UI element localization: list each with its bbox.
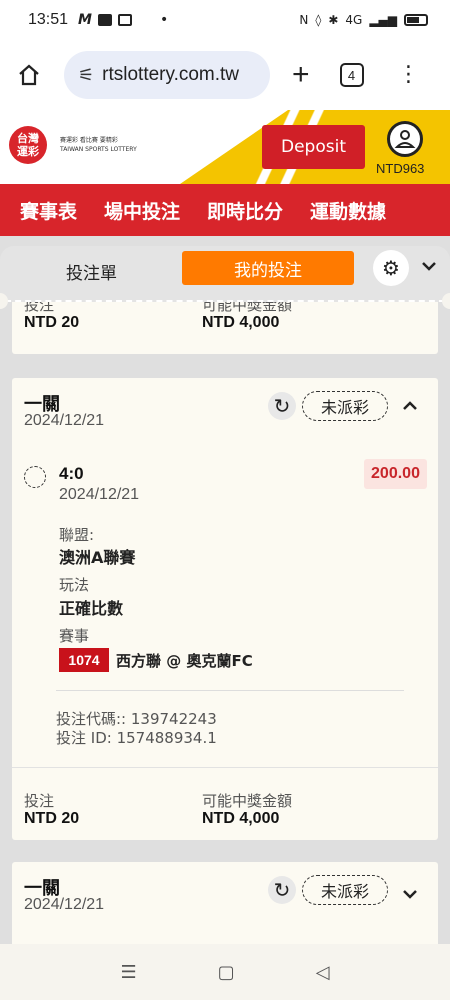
refresh-icon[interactable]: ↻ [268,392,296,420]
site-logo[interactable]: 台灣 運彩 [9,126,47,164]
event-label: 賽事 [59,627,90,645]
refresh-icon[interactable]: ↻ [268,876,296,904]
payout-amount: NTD 4,000 [202,810,280,827]
divider [56,690,404,691]
bet-code: 投注代碼:: 139742243 [56,710,217,728]
address-bar[interactable]: ⚟ rtslottery.com.tw [64,51,270,99]
nfc-icon: N [299,13,309,27]
system-navigation: ☰ ▢ ◁ [0,944,450,1000]
chevron-up-icon[interactable] [403,396,417,415]
tab-betslip[interactable]: 投注單 [66,259,117,284]
league-label: 聯盟: [59,526,95,544]
tab-my-bets[interactable]: 我的投注 [182,251,354,285]
account-balance: NTD963 [376,161,425,176]
nav-live-betting[interactable]: 場中投注 [77,197,180,224]
status-badge: 未派彩 [302,875,388,905]
user-account-icon[interactable] [387,121,423,157]
chevron-down-icon[interactable] [422,256,436,275]
signal-icon: ▂▄▆ [369,13,397,27]
main-nav: 賽事表 場中投注 即時比分 運動數據 [0,184,450,236]
status-badge: 未派彩 [302,391,388,421]
bet-ticket: 一關 2024/12/21 ↻ 未派彩 4:0 2024/12/21 200.0… [12,378,438,840]
stake-label: 投注 [24,792,55,810]
bet-ticket: 一關 2024/12/21 ↻ 未派彩 [12,862,438,944]
settings-gear-icon[interactable]: ⚙ [373,250,409,286]
site-settings-icon[interactable]: ⚟ [78,65,94,86]
battery-icon [404,14,428,26]
chevron-down-icon[interactable] [403,884,417,903]
logo-text-2: 運彩 [17,145,39,158]
selection-date: 2024/12/21 [59,486,140,503]
app-box-icon [117,14,132,26]
bet-id: 投注 ID: 157488934.1 [56,729,217,747]
nav-live-score[interactable]: 即時比分 [180,197,283,224]
network-label: 4G [345,13,363,27]
back-icon[interactable]: ◁ [316,962,330,983]
market-value: 正確比數 [59,599,124,618]
stake-amount: NTD 20 [24,314,80,331]
event-code-badge: 1074 [59,648,109,672]
status-bar: 13:51 M • N ◊ ✱ 4G ▂▄▆ [0,0,450,40]
recent-apps-icon[interactable]: ☰ [121,962,137,983]
odds-badge: 200.00 [364,459,427,489]
bluetooth-icon: ✱ [328,13,339,27]
youtube-icon [97,14,112,26]
tab-switcher-button[interactable]: 4 [339,63,364,87]
payout-amount: NTD 4,000 [202,314,280,331]
logo-text-1: 台灣 [17,132,39,145]
browser-toolbar: ⚟ rtslottery.com.tw + 4 ⋮ [0,40,450,110]
stake-amount: NTD 20 [24,810,80,827]
bet-card-previous: 投注 可能中獎金額 NTD 20 NTD 4,000 [12,302,438,354]
home-button-icon[interactable]: ▢ [218,962,235,983]
nav-sports-data[interactable]: 運動數據 [283,197,386,224]
new-tab-icon[interactable]: + [292,58,310,92]
ticket-date: 2024/12/21 [24,896,105,913]
app-m-icon: M [78,12,92,28]
nav-schedule[interactable]: 賽事表 [0,197,77,224]
vibrate-icon: ◊ [315,13,322,27]
notification-icons: M [78,12,132,28]
market-label: 玩法 [59,576,90,594]
notification-dot-icon: • [159,12,169,28]
logo-slogan: 賽運彩 看比賽 要精彩 TAIWAN SPORTS LOTTERY [60,137,137,153]
deposit-button[interactable]: Deposit [262,125,365,169]
my-bets-list[interactable]: 投注 可能中獎金額 NTD 20 NTD 4,000 一關 2024/12/21… [0,302,450,944]
payout-label: 可能中獎金額 [202,792,293,810]
divider [12,767,438,768]
system-status: N ◊ ✱ 4G ▂▄▆ [299,13,428,27]
panel-divider [5,300,445,302]
status-time: 13:51 [28,11,69,28]
league-value: 澳洲A聯賽 [59,548,136,567]
selection-score: 4:0 [59,464,84,483]
browser-menu-icon[interactable]: ⋮ [398,64,420,86]
home-icon[interactable] [14,60,44,90]
selection-radio[interactable] [24,466,46,488]
event-matchup: 西方聯 @ 奧克蘭FC [116,652,253,670]
ticket-date: 2024/12/21 [24,412,105,429]
url-text: rtslottery.com.tw [102,64,240,85]
